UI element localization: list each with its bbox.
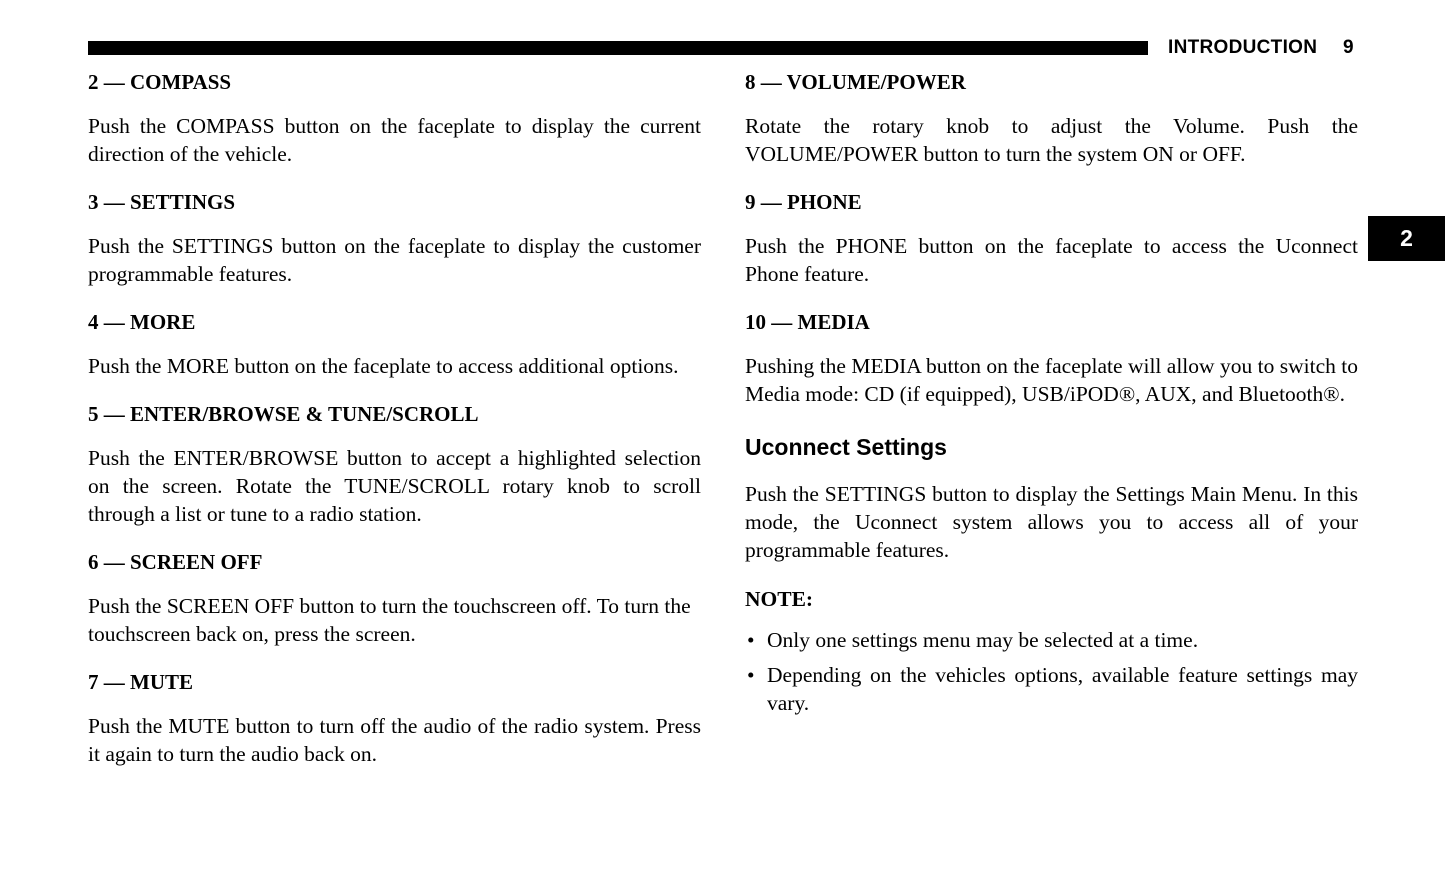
note-label: NOTE: [745, 587, 814, 611]
bullet-icon: • [747, 663, 755, 687]
page-title: INTRODUCTION [1168, 37, 1318, 58]
right-column: 8 — VOLUME/POWER Rotate the rotary knob … [745, 70, 1358, 724]
section-heading-more: 4 — MORE [88, 310, 196, 334]
section-body-compass: Push the COMPASS button on the faceplate… [88, 114, 701, 166]
page-number: 9 [1343, 37, 1354, 58]
note-list: • Only one settings menu may be selected… [745, 626, 1358, 717]
subsection-body-uconnect-settings: Push the SETTINGS button to display the … [745, 482, 1358, 562]
section-heading-compass: 2 — COMPASS [88, 70, 232, 94]
section-body-screen-off: Push the SCREEN OFF button to turn the t… [88, 594, 691, 646]
section-body-volume-power: Rotate the rotary knob to adjust the Vol… [745, 114, 1358, 166]
section-body-mute: Push the MUTE button to turn off the aud… [88, 714, 701, 766]
note-list-item-text: Depending on the vehicles options, avail… [767, 663, 1358, 715]
subsection-heading-uconnect-settings: Uconnect Settings [745, 434, 947, 460]
note-list-item: • Depending on the vehicles options, ava… [745, 661, 1358, 717]
section-heading-media: 10 — MEDIA [745, 310, 870, 334]
header-rule [88, 41, 1148, 55]
section-thumb-tab: 2 [1368, 216, 1445, 261]
section-heading-mute: 7 — MUTE [88, 670, 193, 694]
section-body-phone: Push the PHONE button on the faceplate t… [745, 234, 1358, 286]
section-heading-screen-off: 6 — SCREEN OFF [88, 550, 263, 574]
section-body-settings: Push the SETTINGS button on the faceplat… [88, 234, 701, 286]
left-column: 2 — COMPASS Push the COMPASS button on t… [88, 70, 701, 768]
page-header: INTRODUCTION 9 [0, 0, 1445, 70]
section-body-media: Pushing the MEDIA button on the faceplat… [745, 354, 1358, 406]
note-list-item: • Only one settings menu may be selected… [745, 626, 1358, 654]
note-list-item-text: Only one settings menu may be selected a… [767, 628, 1199, 652]
section-body-more: Push the MORE button on the faceplate to… [88, 354, 679, 378]
section-heading-volume-power: 8 — VOLUME/POWER [745, 70, 966, 94]
section-heading-settings: 3 — SETTINGS [88, 190, 236, 214]
bullet-icon: • [747, 628, 755, 652]
section-heading-enter-browse-tune-scroll: 5 — ENTER/BROWSE & TUNE/SCROLL [88, 402, 479, 426]
section-body-enter-browse-tune-scroll: Push the ENTER/BROWSE button to accept a… [88, 446, 701, 526]
section-heading-phone: 9 — PHONE [745, 190, 862, 214]
